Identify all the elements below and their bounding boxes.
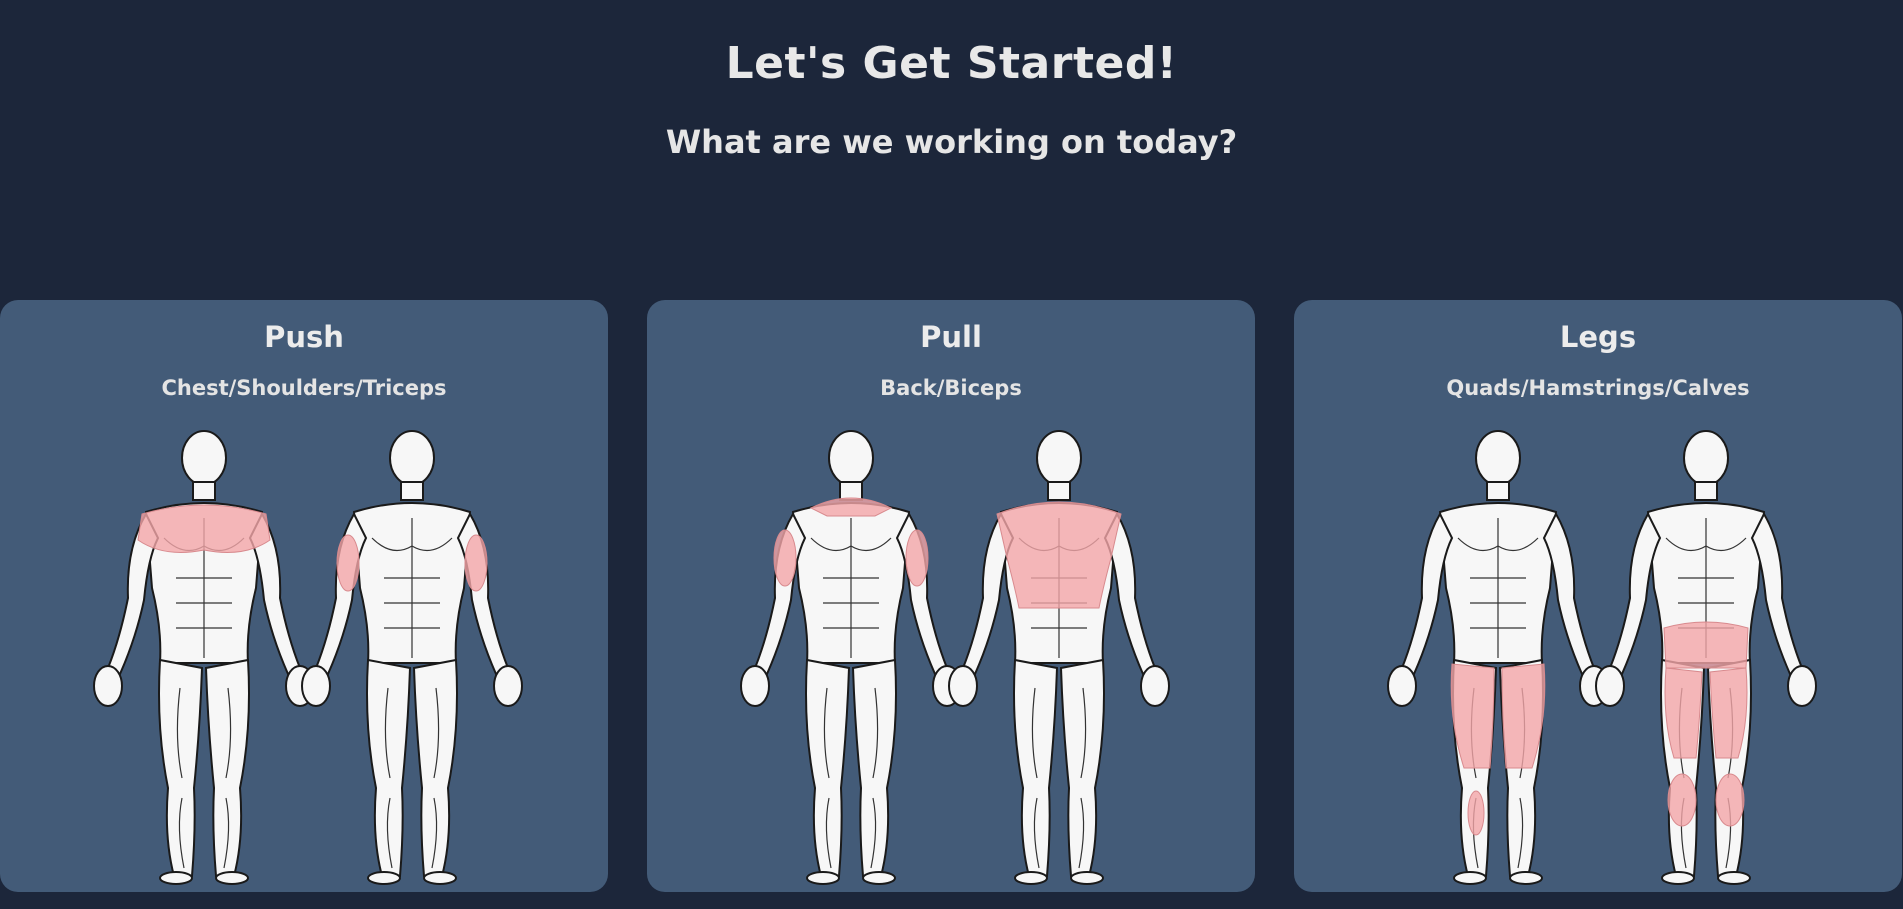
- card-title-legs: Legs: [1559, 320, 1637, 354]
- pull-workout-card[interactable]: Pull Back/Biceps: [647, 300, 1255, 892]
- push-workout-card[interactable]: Push Chest/Shoulders/Triceps: [0, 300, 608, 892]
- traps-highlight: [809, 497, 893, 517]
- right-biceps-highlight: [905, 529, 929, 587]
- right-hamstring-highlight: [1709, 667, 1748, 759]
- front-body-figure: [1387, 430, 1609, 885]
- card-muscles-push: Chest/Shoulders/Triceps: [161, 376, 447, 400]
- left-hamstring-highlight: [1664, 667, 1703, 759]
- muscle-diagram-push: [0, 428, 608, 888]
- front-body-figure: [93, 430, 315, 885]
- left-biceps-highlight: [773, 529, 797, 587]
- front-body-figure: [740, 430, 962, 885]
- muscle-diagram-pull: [647, 428, 1255, 888]
- left-shin-highlight: [1467, 790, 1485, 836]
- left-triceps-highlight: [336, 534, 360, 592]
- anatomy-figures: [1387, 430, 1817, 885]
- muscle-diagram-legs: [1294, 428, 1902, 888]
- back-body-figure: [301, 430, 523, 885]
- anatomy-figures: [740, 430, 1170, 885]
- card-muscles-legs: Quads/Hamstrings/Calves: [1446, 376, 1750, 400]
- page-subtitle: What are we working on today?: [665, 123, 1238, 161]
- glutes-highlight: [1663, 621, 1749, 669]
- legs-workout-card[interactable]: Legs Quads/Hamstrings/Calves: [1294, 300, 1902, 892]
- left-calf-highlight: [1667, 773, 1697, 827]
- right-triceps-highlight: [464, 534, 488, 592]
- card-title-push: Push: [264, 320, 344, 354]
- card-title-pull: Pull: [920, 320, 982, 354]
- back-body-figure: [1595, 430, 1817, 885]
- back-body-figure: [948, 430, 1170, 885]
- workout-selection-page: Let's Get Started! What are we working o…: [0, 0, 1903, 909]
- card-muscles-pull: Back/Biceps: [880, 376, 1022, 400]
- back-highlight: [996, 501, 1122, 609]
- chest-highlight: [137, 504, 271, 553]
- right-calf-highlight: [1715, 773, 1745, 827]
- page-title: Let's Get Started!: [725, 38, 1178, 89]
- anatomy-figures: [93, 430, 523, 885]
